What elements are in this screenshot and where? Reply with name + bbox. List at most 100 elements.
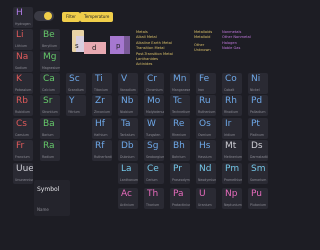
element-cell-hf[interactable]: Hf Hafnium	[92, 118, 112, 139]
element-cell-fr[interactable]: Fr Francium	[13, 140, 33, 161]
element-cell-li[interactable]: Li Lithium	[13, 29, 33, 50]
element-cell-rb[interactable]: Rb Rubidium	[13, 95, 33, 116]
element-cell-h[interactable]: H Hydrogen	[13, 7, 33, 28]
element-name: Neodymium	[198, 177, 216, 182]
legend-noble-gas[interactable]: Noble Gas	[222, 46, 251, 51]
element-name: Potassium	[15, 87, 32, 92]
element-cell-mn[interactable]: Mn Manganese	[170, 73, 190, 94]
element-symbol: Y	[69, 96, 75, 106]
element-cell-mo[interactable]: Mo Molybdenum	[144, 95, 164, 116]
element-name: Ununennium	[15, 177, 33, 182]
element-cell-sg[interactable]: Sg Seaborgium	[144, 140, 164, 161]
element-symbol: Ds	[251, 141, 263, 151]
element-cell-k[interactable]: K Potassium	[13, 73, 33, 94]
element-symbol: Fe	[199, 74, 210, 84]
element-name: Neptunium	[224, 202, 242, 207]
element-cell-th[interactable]: Th Thorium	[144, 188, 164, 209]
legend-actinides[interactable]: Actinides	[136, 62, 173, 67]
element-cell-pr[interactable]: Pr Praseodymium	[170, 163, 190, 184]
element-cell-bh[interactable]: Bh Bohrium	[170, 140, 190, 161]
element-cell-sm[interactable]: Sm Samarium	[248, 163, 268, 184]
element-cell-pa[interactable]: Pa Protactinium	[170, 188, 190, 209]
element-cell-y[interactable]: Y Yttrium	[66, 95, 86, 116]
element-symbol: Ti	[95, 74, 103, 84]
filter-button[interactable]: Filter	[62, 12, 80, 22]
element-cell-fe[interactable]: Fe Iron	[196, 73, 216, 94]
element-cell-zr[interactable]: Zr Zirconium	[92, 95, 112, 116]
element-name: Scandium	[68, 87, 84, 92]
element-symbol: Nb	[121, 96, 134, 106]
element-cell-ra[interactable]: Ra Radium	[40, 140, 60, 161]
element-cell-cs[interactable]: Cs Caesium	[13, 118, 33, 139]
temperature-button[interactable]: Temperature	[80, 12, 114, 22]
element-key: Symbol Name	[34, 180, 70, 216]
element-name: Zirconium	[94, 109, 111, 114]
element-cell-na[interactable]: Na Sodium	[13, 51, 33, 72]
element-cell-ds[interactable]: Ds Darmstadtium	[248, 140, 268, 161]
element-symbol: Ru	[199, 96, 211, 106]
legend-metalloid[interactable]: Metalloid	[194, 35, 212, 40]
element-name: Platinum	[250, 132, 265, 137]
element-cell-ac[interactable]: Ac Actinium	[118, 188, 138, 209]
element-cell-tc[interactable]: Tc Technetium	[170, 95, 190, 116]
element-cell-ta[interactable]: Ta Tantalum	[118, 118, 138, 139]
element-name: Rubidium	[15, 109, 31, 114]
element-cell-rf[interactable]: Rf Rutherfordium	[92, 140, 112, 161]
element-symbol: Mn	[173, 74, 187, 84]
element-cell-ti[interactable]: Ti Titanium	[92, 73, 112, 94]
legend-unknown[interactable]: Unknown	[194, 48, 212, 53]
element-cell-sc[interactable]: Sc Scandium	[66, 73, 86, 94]
element-cell-co[interactable]: Co Cobalt	[222, 73, 242, 94]
theme-toggle[interactable]	[34, 11, 54, 21]
element-symbol: Cs	[16, 119, 27, 129]
element-symbol: Mt	[225, 141, 237, 151]
element-cell-uue[interactable]: Uue Ununennium	[13, 163, 33, 184]
element-cell-ru[interactable]: Ru Ruthenium	[196, 95, 216, 116]
element-cell-la[interactable]: La Lanthanum	[118, 163, 138, 184]
element-cell-pu[interactable]: Pu Plutonium	[248, 188, 268, 209]
element-cell-os[interactable]: Os Osmium	[196, 118, 216, 139]
element-cell-ca[interactable]: Ca Calcium	[40, 73, 60, 94]
element-cell-ir[interactable]: Ir Iridium	[222, 118, 242, 139]
element-symbol: Ce	[147, 164, 159, 174]
element-cell-nb[interactable]: Nb Niobium	[118, 95, 138, 116]
element-cell-re[interactable]: Re Rhenium	[170, 118, 190, 139]
element-cell-ce[interactable]: Ce Cerium	[144, 163, 164, 184]
element-cell-mg[interactable]: Mg Magnesium	[40, 51, 60, 72]
element-name: Bohrium	[172, 154, 186, 159]
element-cell-v[interactable]: V Vanadium	[118, 73, 138, 94]
element-symbol: Re	[173, 119, 185, 129]
element-symbol: Rb	[16, 96, 28, 106]
p-block-strip	[124, 36, 130, 54]
toggle-knob	[44, 12, 52, 20]
element-cell-cr[interactable]: Cr Chromium	[144, 73, 164, 94]
element-name: Magnesium	[42, 65, 60, 70]
element-name: Technetium	[172, 109, 190, 114]
element-cell-hs[interactable]: Hs Hassium	[196, 140, 216, 161]
element-cell-nd[interactable]: Nd Neodymium	[196, 163, 216, 184]
element-cell-w[interactable]: W Tungsten	[144, 118, 164, 139]
element-cell-u[interactable]: U Uranium	[196, 188, 216, 209]
element-name: Seaborgium	[146, 154, 164, 159]
element-cell-pt[interactable]: Pt Platinum	[248, 118, 268, 139]
element-name: Hydrogen	[15, 21, 31, 26]
element-name: Vanadium	[120, 87, 136, 92]
element-cell-pm[interactable]: Pm Promethium	[222, 163, 242, 184]
element-symbol: Zr	[95, 96, 105, 106]
element-cell-np[interactable]: Np Neptunium	[222, 188, 242, 209]
element-name: Calcium	[42, 87, 55, 92]
element-symbol: Ca	[43, 74, 55, 84]
element-cell-be[interactable]: Be Beryllium	[40, 29, 60, 50]
element-cell-pd[interactable]: Pd Palladium	[248, 95, 268, 116]
element-cell-db[interactable]: Db Dubnium	[118, 140, 138, 161]
element-cell-mt[interactable]: Mt Meitnerium	[222, 140, 242, 161]
element-symbol: Sr	[43, 96, 53, 106]
element-symbol: Rf	[95, 141, 105, 151]
element-cell-ba[interactable]: Ba Barium	[40, 118, 60, 139]
element-cell-rh[interactable]: Rh Rhodium	[222, 95, 242, 116]
element-name: Osmium	[198, 132, 212, 137]
element-symbol: Rh	[225, 96, 237, 106]
element-name: Iron	[198, 87, 205, 92]
element-cell-sr[interactable]: Sr Strontium	[40, 95, 60, 116]
element-cell-ni[interactable]: Ni Nickel	[248, 73, 268, 94]
